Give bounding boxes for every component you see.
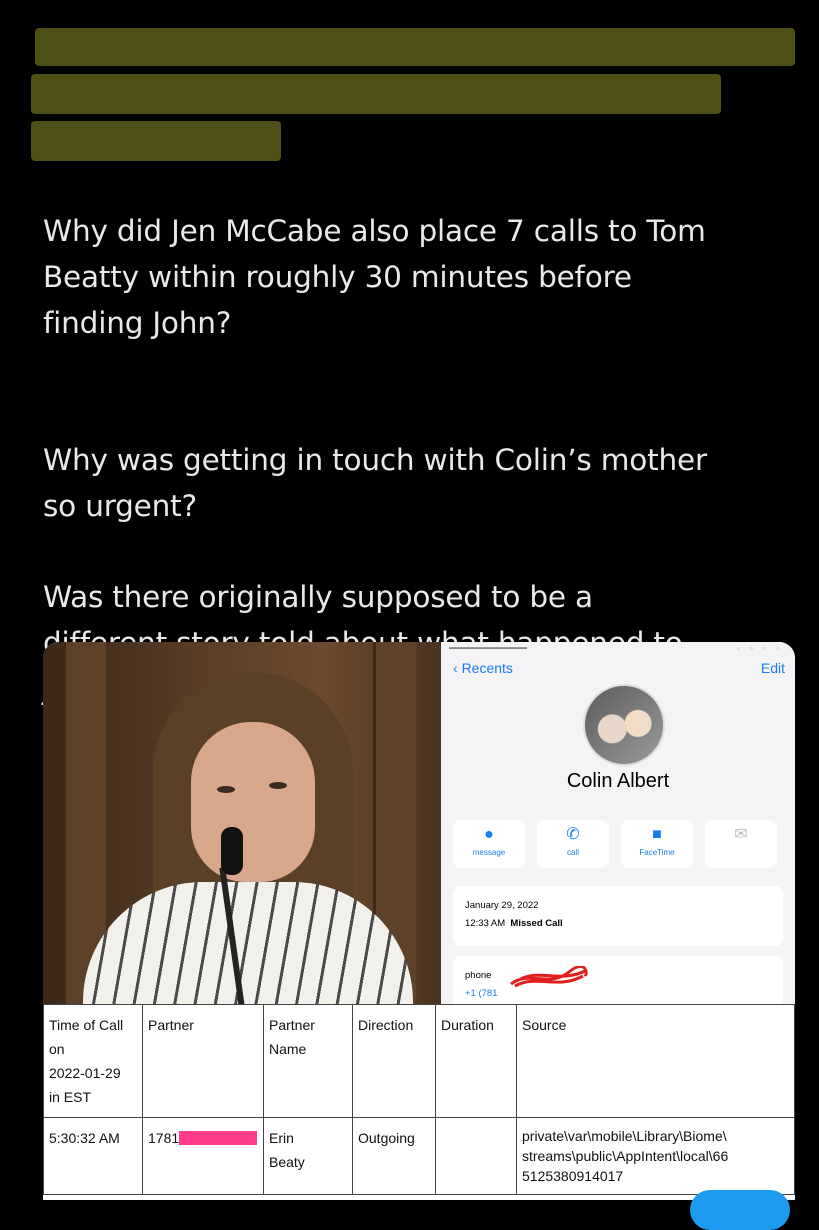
call-button[interactable]: ✆ call [537,820,609,868]
partner-number: 1781 [148,1130,180,1146]
phone-contact-screenshot: ▬▬▬▬▬▬▬▬▬▬▬▬▬ ◦ ◦ ◦ ◦ ‹ Recents Edit Col… [441,642,795,1004]
facetime-label: FaceTime [639,848,675,857]
cell-duration [435,1117,517,1195]
header-source: Source [516,1004,795,1118]
mail-button[interactable]: ✉ [705,820,777,868]
chat-bubble-icon: ● [484,826,494,843]
header-direction: Direction [352,1004,436,1118]
cell-source: private\var\mobile\Library\Biome\ stream… [516,1117,795,1195]
cell-time: 5:30:32 AM [43,1117,143,1195]
edit-button[interactable]: Edit [761,660,785,676]
pink-redaction-bar [179,1131,258,1145]
recents-label: Recents [461,660,513,676]
call-time: 12:33 AM [465,918,506,929]
contact-avatar [583,684,665,766]
call-date: January 29, 2022 [465,900,539,911]
recents-back-link[interactable]: ‹ Recents [453,660,513,676]
status-icons: ◦ ◦ ◦ ◦ [736,644,783,653]
mail-icon: ✉ [734,826,748,843]
microphone-icon [221,827,243,875]
call-status: Missed Call [510,918,563,929]
message-button[interactable]: ● message [453,820,525,868]
call-info-card: January 29, 2022 12:33 AM Missed Call [453,886,783,946]
contact-name: Colin Albert [566,770,670,792]
cell-partner-name: Erin Beaty [263,1117,353,1195]
message-label: message [472,848,506,857]
video-icon: ■ [652,826,662,843]
header-partner: Partner [142,1004,264,1118]
phone-number-value[interactable]: +1 (781 [465,988,498,999]
paragraph-colin-mother: Why was getting in touch with Colin’s mo… [43,443,707,523]
phone-number-label: phone [465,970,492,981]
facetime-button[interactable]: ■ FaceTime [621,820,693,868]
call-log-table: Time of Call on 2022-01-29 in EST Partne… [43,1004,795,1200]
header-time: Time of Call on 2022-01-29 in EST [43,1004,143,1118]
header-duration: Duration [435,1004,517,1118]
file-name-watermark: ▬▬▬▬▬▬▬▬▬▬▬▬▬ [449,645,527,651]
post-image[interactable]: ▬▬▬▬▬▬▬▬▬▬▬▬▬ ◦ ◦ ◦ ◦ ‹ Recents Edit Col… [43,642,795,1200]
cell-partner: 1781 [142,1117,264,1195]
cell-direction: Outgoing [352,1117,436,1195]
table-header-row: Time of Call on 2022-01-29 in EST Partne… [43,1004,795,1118]
courtroom-photo [43,642,441,1004]
phone-icon: ✆ [566,826,580,843]
call-label: call [566,848,579,857]
contact-actions: ● message ✆ call ■ FaceTime ✉ [453,820,795,872]
highlighted-question: Why did Jen McCabe also place 7 calls to… [31,24,795,392]
table-row: 5:30:32 AM 1781 Erin Beaty Outgoing priv… [43,1117,795,1195]
header-partner-name: Partner Name [263,1004,353,1118]
call-time-row: 12:33 AM Missed Call [465,918,563,929]
floating-compose-button[interactable] [690,1190,790,1230]
phone-number-card: phone +1 (781 [453,956,783,1004]
red-scribble-redaction [510,966,588,988]
